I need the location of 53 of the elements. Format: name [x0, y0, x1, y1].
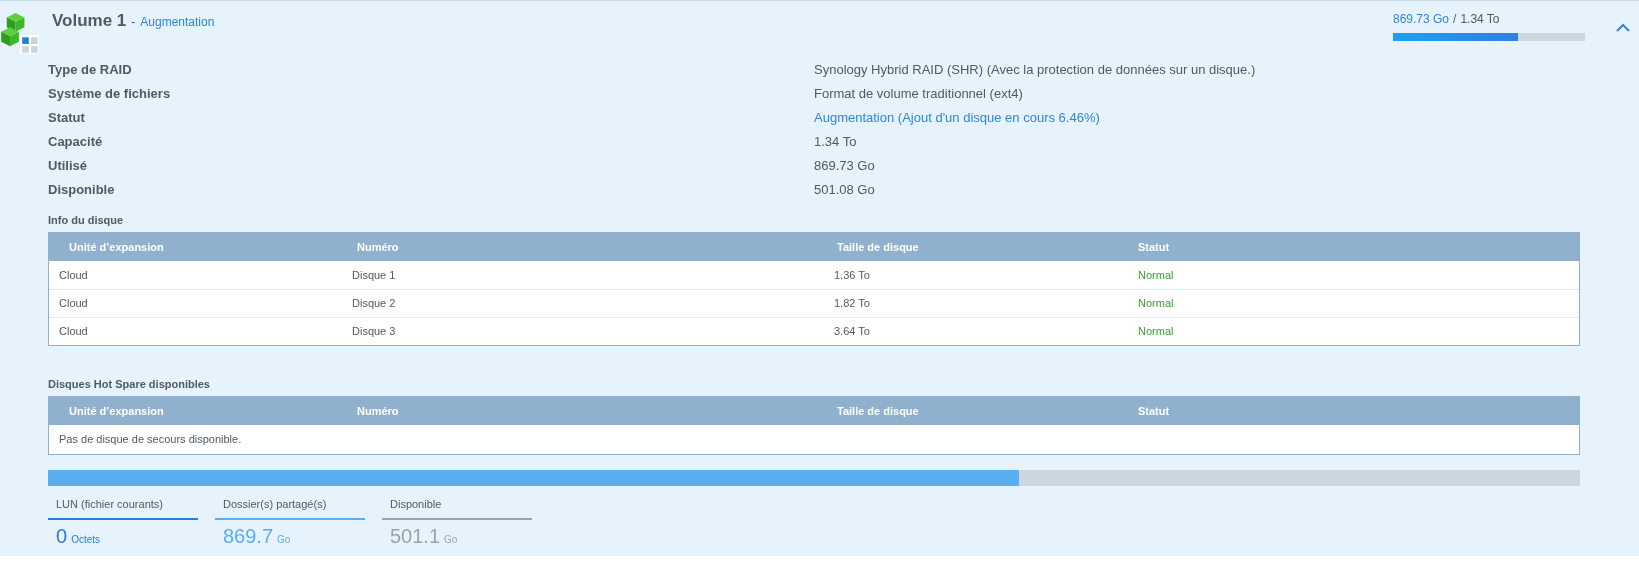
legend-value: 0	[56, 523, 68, 549]
column-header: Statut	[1138, 239, 1171, 255]
legend-label: LUN (fichier courants)	[48, 496, 198, 520]
used-size: 869.73 Go	[1393, 11, 1450, 28]
property-label: Disponible	[48, 181, 116, 200]
legend-unit: Go	[444, 532, 458, 547]
column-header: Statut	[1138, 403, 1171, 419]
table-row[interactable]: Cloud Disque 1 1.36 To Normal	[49, 261, 1579, 289]
section-title: Info du disque	[48, 212, 125, 228]
column-header: Numéro	[356, 403, 400, 419]
collapse-button[interactable]	[1615, 21, 1631, 33]
property-label: Type de RAID	[48, 61, 133, 80]
property-label: Système de fichiers	[48, 85, 172, 104]
total-size: 1.34 To	[1460, 11, 1500, 28]
legend-unit: Octets	[71, 532, 101, 547]
legend-value: 501.1	[390, 523, 441, 549]
table-cell-text: Cloud	[58, 296, 89, 312]
legend-label: Disponible	[382, 496, 532, 520]
property-value: Format de volume traditionnel (ext4)	[814, 85, 1023, 104]
volume-title: Volume 1	[52, 10, 127, 32]
table-cell-text: 3.64 To	[834, 324, 871, 340]
property-value: Synology Hybrid RAID (SHR) (Avec la protection de données sur un disque.)	[814, 61, 1256, 80]
table-cell-text: 1.82 To	[834, 296, 871, 312]
column-header: Taille de disque	[836, 403, 920, 419]
table-cell-text: Cloud	[58, 267, 89, 283]
property-value: 501.08 Go	[814, 181, 875, 200]
table-cell-text: Disque 3	[352, 324, 397, 340]
size-separator: /	[1453, 11, 1457, 28]
table-cell-text: Cloud	[58, 324, 89, 340]
table-cell-text: Disque 2	[352, 296, 397, 312]
table-cell-text: Disque 1	[352, 267, 397, 283]
empty-message: Pas de disque de secours disponible.	[59, 432, 242, 448]
legend-value: 869.7	[223, 523, 274, 549]
table-cell-text: Normal	[1138, 267, 1175, 283]
property-value: 869.73 Go	[814, 157, 875, 176]
section-title: Disques Hot Spare disponibles	[48, 376, 211, 392]
title-separator: -	[131, 14, 136, 31]
table-row[interactable]: Cloud Disque 2 1.82 To Normal	[49, 289, 1579, 317]
property-label: Utilisé	[48, 157, 88, 176]
column-header: Taille de disque	[836, 239, 920, 255]
column-header: Unité d’expansion	[68, 239, 165, 255]
table-cell-text: 1.36 To	[834, 267, 871, 283]
table-row[interactable]: Cloud Disque 3 3.64 To Normal	[49, 317, 1579, 345]
table-cell-text: Normal	[1138, 296, 1175, 312]
table-cell-text: Normal	[1138, 324, 1175, 340]
property-label: Statut	[48, 109, 86, 128]
property-label: Capacité	[48, 133, 104, 152]
property-value: 1.34 To	[814, 133, 857, 152]
volume-cubes-icon	[1, 13, 39, 55]
column-header: Unité d’expansion	[68, 403, 165, 419]
legend-label: Dossier(s) partagé(s)	[215, 496, 365, 520]
legend-unit: Go	[277, 532, 291, 547]
column-header: Numéro	[356, 239, 400, 255]
